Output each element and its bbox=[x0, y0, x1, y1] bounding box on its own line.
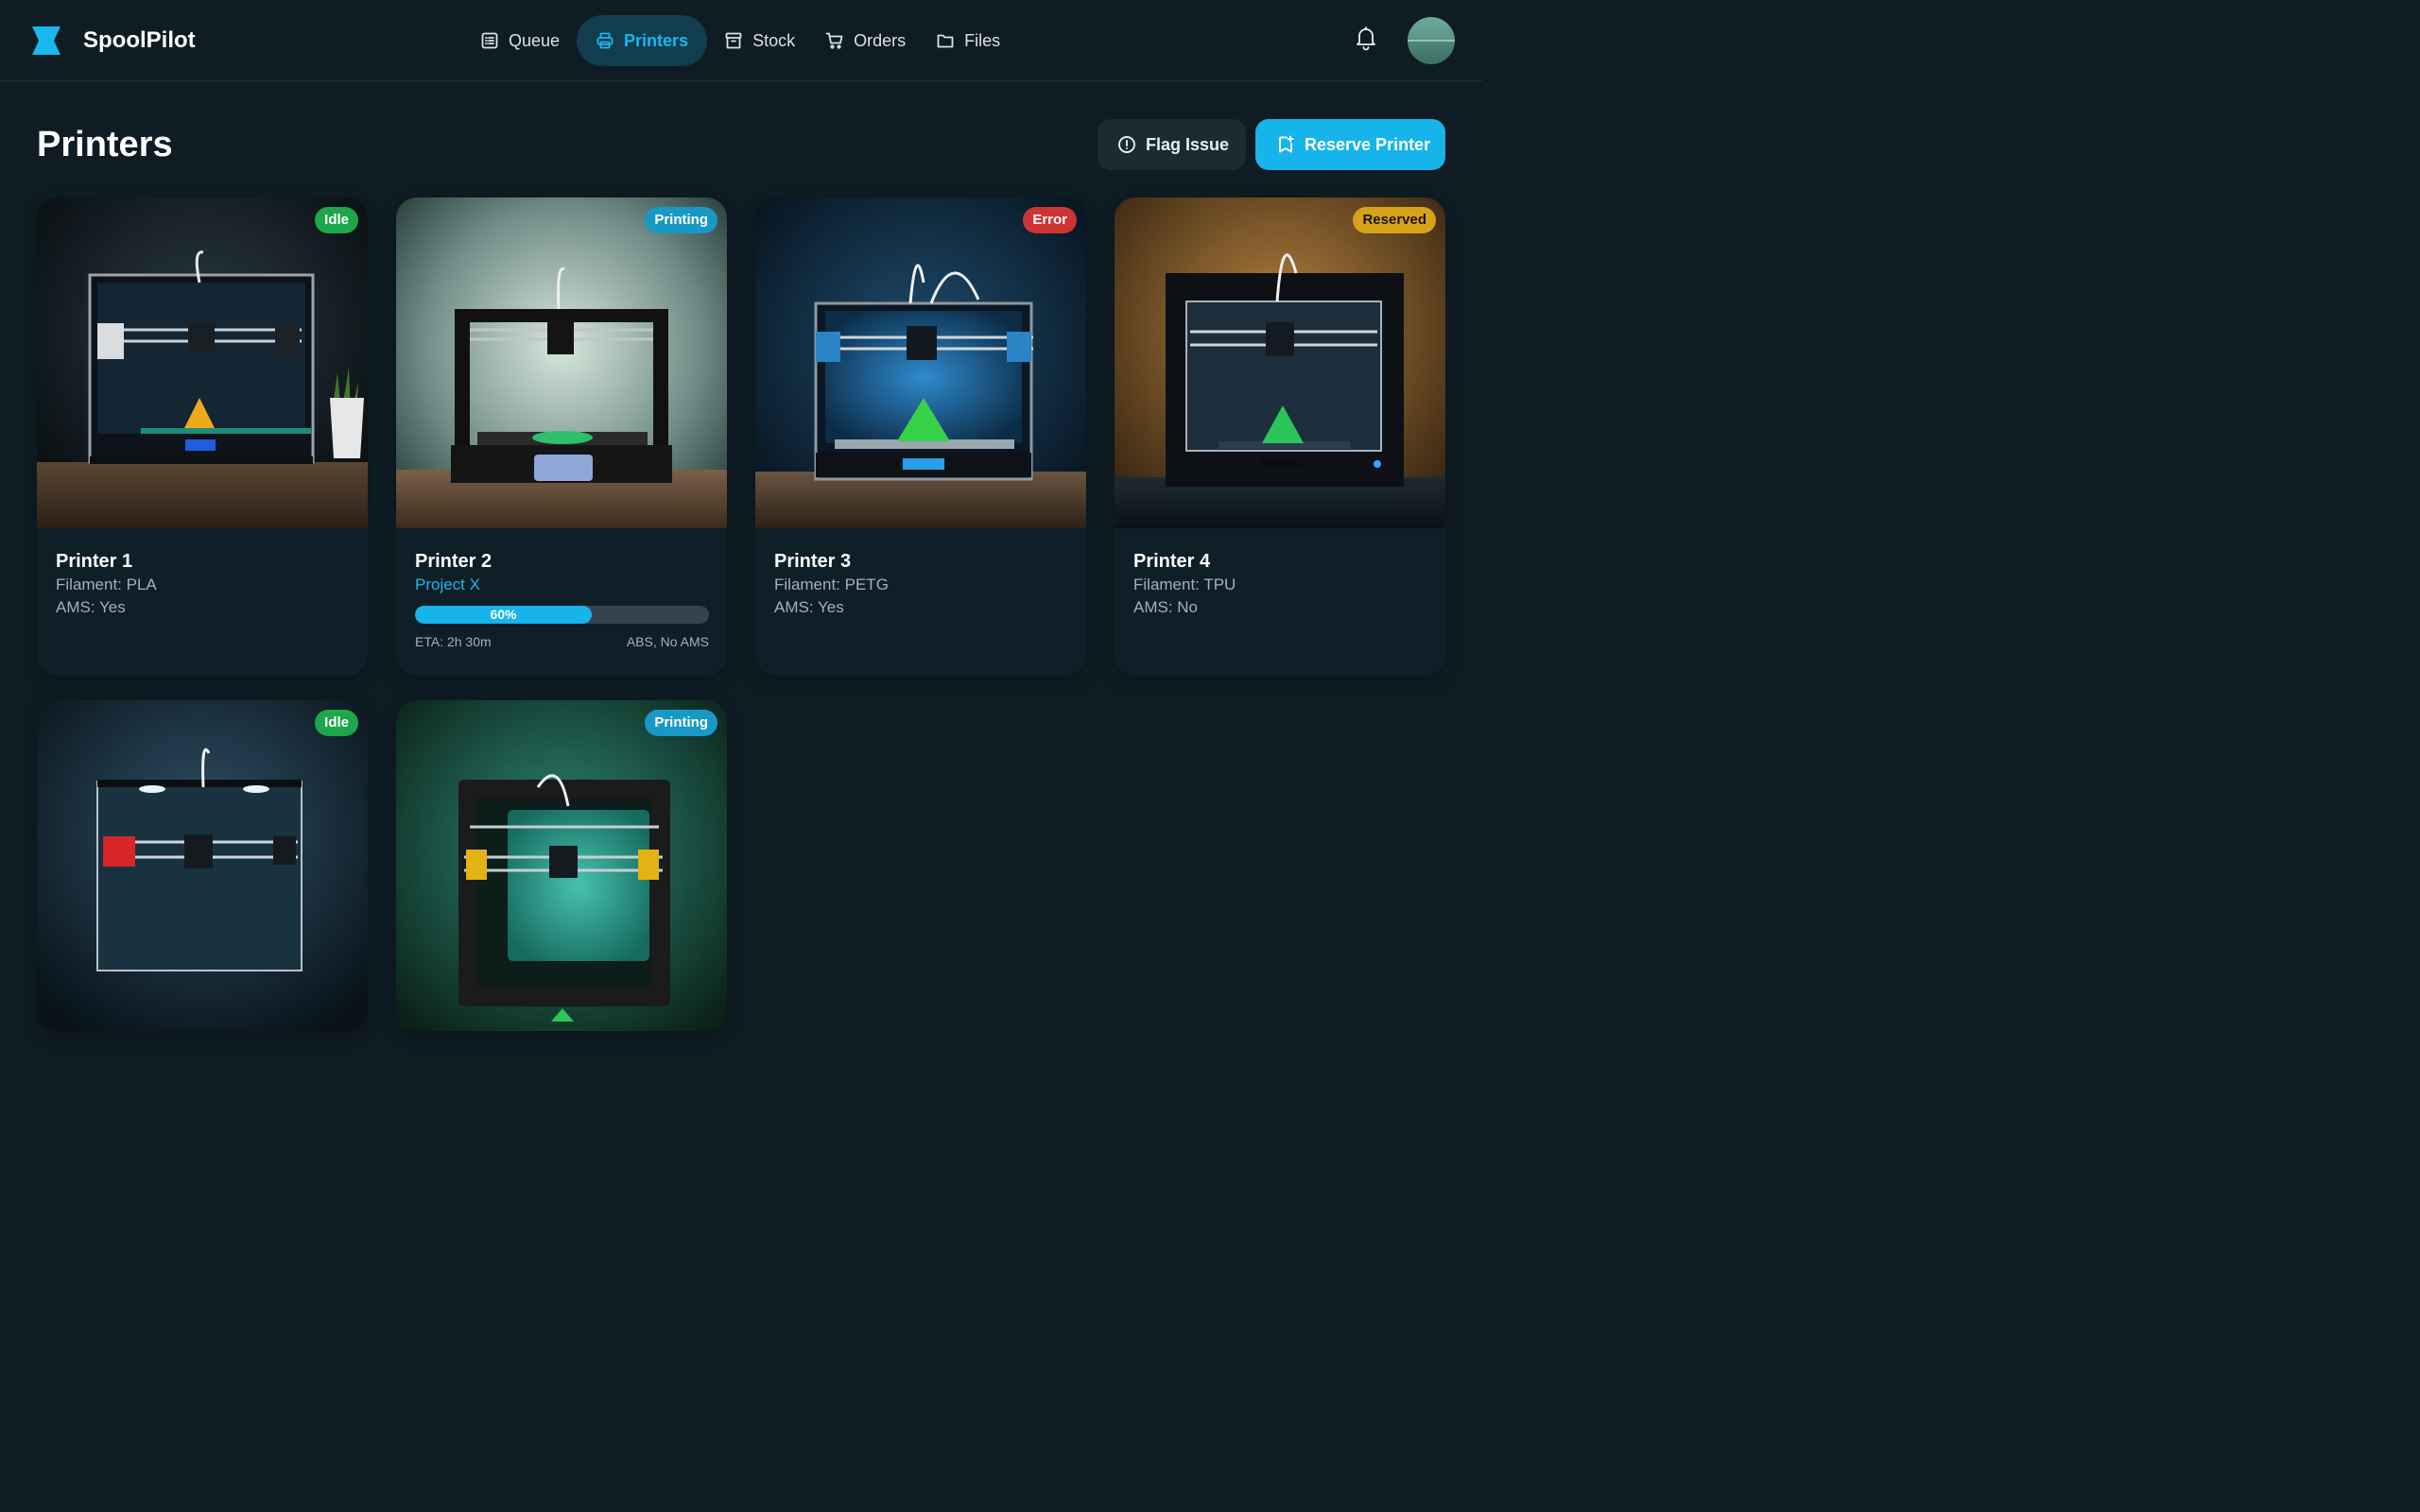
printer-card[interactable]: Error Printer 3 Filament: PETG AMS: Yes bbox=[755, 198, 1086, 676]
nav-item-queue[interactable]: Queue bbox=[465, 15, 575, 66]
printer-name: Printer 2 bbox=[415, 551, 493, 572]
printer-card[interactable]: Idle Printer 1 Filament: PLA AMS: Yes bbox=[37, 198, 368, 676]
printer-photo bbox=[1115, 198, 1445, 528]
page-title: Printers bbox=[37, 125, 173, 164]
filament-text: Filament: PLA bbox=[56, 576, 157, 593]
bookmark-plus-icon bbox=[1279, 135, 1294, 153]
nav-item-label: Orders bbox=[854, 30, 907, 50]
status-badge: Error bbox=[1023, 207, 1077, 233]
printer-name: Printer 3 bbox=[774, 551, 852, 572]
nav-item-label: Stock bbox=[752, 30, 796, 50]
printer-image: Idle bbox=[37, 700, 368, 1031]
nav-item-label: Files bbox=[964, 30, 1001, 50]
nav-item-stock[interactable]: Stock bbox=[709, 15, 810, 66]
printer-image: Error bbox=[755, 198, 1086, 528]
main-nav: Queue Printers Stock Orders Files bbox=[465, 15, 1015, 66]
print-progress-label: 60% bbox=[490, 607, 517, 622]
nav-item-orders[interactable]: Orders bbox=[810, 15, 921, 66]
folder-icon bbox=[937, 34, 954, 48]
project-link[interactable]: Project X bbox=[415, 574, 708, 596]
bell-icon bbox=[1357, 26, 1375, 51]
printer-name: Printer 1 bbox=[56, 551, 133, 572]
user-avatar[interactable] bbox=[1408, 17, 1455, 64]
printer-card[interactable]: Printing bbox=[396, 700, 727, 1031]
status-badge: Reserved bbox=[1353, 207, 1436, 233]
printer-photo bbox=[37, 700, 368, 1031]
ams-text: AMS: Yes bbox=[56, 598, 126, 616]
alert-circle-icon bbox=[1118, 136, 1135, 153]
notifications-button[interactable] bbox=[1354, 25, 1378, 51]
nav-item-files[interactable]: Files bbox=[921, 15, 1015, 66]
printer-image: Printing bbox=[396, 198, 727, 528]
printer-photo bbox=[755, 198, 1086, 528]
printer-card[interactable]: Idle bbox=[37, 700, 368, 1031]
nav-item-label: Queue bbox=[509, 30, 561, 50]
nav-item-printers[interactable]: Printers bbox=[577, 15, 708, 66]
printer-photo bbox=[396, 198, 727, 528]
nav-item-label: Printers bbox=[624, 30, 689, 50]
ams-text: AMS: No bbox=[1133, 598, 1199, 616]
ams-text: AMS: Yes bbox=[774, 598, 844, 616]
spool-logo-icon[interactable] bbox=[31, 26, 61, 56]
archive-box-icon bbox=[725, 32, 742, 49]
reserve-printer-label: Reserve Printer bbox=[1305, 134, 1431, 154]
printer-card[interactable]: Printing Printer 2 Project X 60% ETA: 2h… bbox=[396, 198, 727, 676]
status-badge: Idle bbox=[315, 207, 358, 233]
brand-name[interactable]: SpoolPilot bbox=[83, 26, 196, 56]
printer-icon bbox=[596, 32, 614, 49]
printer-image: Idle bbox=[37, 198, 368, 528]
list-icon bbox=[481, 32, 498, 49]
printer-card[interactable]: Reserved Printer 4 Filament: TPU AMS: No bbox=[1115, 198, 1445, 676]
print-progress-bar: 60% bbox=[415, 606, 709, 624]
printer-image: Reserved bbox=[1115, 198, 1445, 528]
printer-image: Printing bbox=[396, 700, 727, 1031]
cart-icon bbox=[825, 32, 843, 49]
printer-name: Printer 4 bbox=[1133, 551, 1211, 572]
filament-text: Filament: PETG bbox=[774, 576, 889, 593]
flag-issue-label: Flag Issue bbox=[1146, 134, 1230, 154]
printer-photo bbox=[396, 700, 727, 1031]
status-badge: Idle bbox=[315, 710, 358, 736]
status-badge: Printing bbox=[645, 207, 717, 233]
reserve-printer-button[interactable]: Reserve Printer bbox=[1255, 119, 1445, 170]
printer-photo bbox=[37, 198, 368, 528]
status-badge: Printing bbox=[645, 710, 717, 736]
filament-info-text: ABS, No AMS bbox=[626, 634, 709, 649]
eta-text: ETA: 2h 30m bbox=[415, 634, 492, 649]
flag-issue-button[interactable]: Flag Issue bbox=[1098, 119, 1246, 170]
top-navigation-bar: SpoolPilot Queue Printers Stock Orders F… bbox=[0, 0, 1482, 81]
filament-text: Filament: TPU bbox=[1133, 576, 1236, 593]
